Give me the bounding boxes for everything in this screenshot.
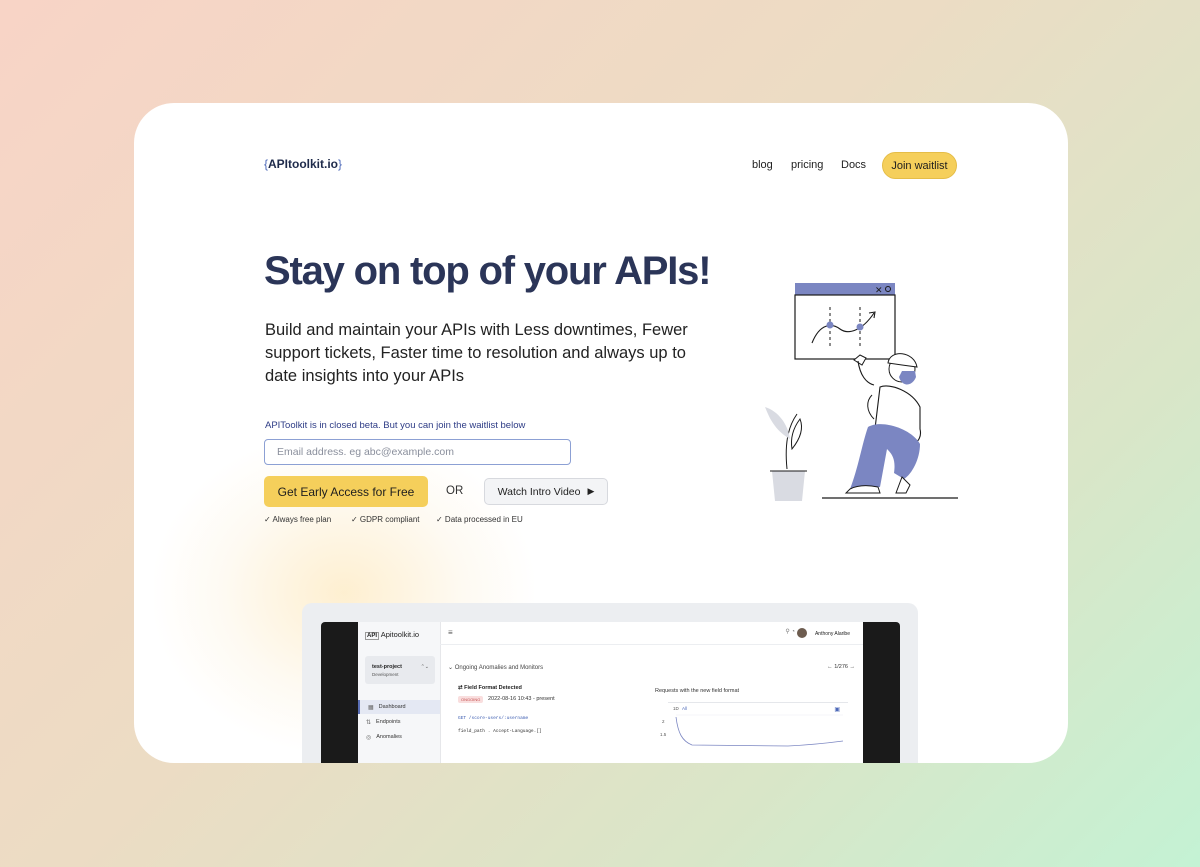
section-title-text: Ongoing Anomalies and Monitors bbox=[454, 665, 544, 671]
landing-card: {APItoolkit.io} blog pricing Docs Join w… bbox=[134, 103, 1068, 763]
pager-text: 1/276 bbox=[834, 664, 848, 670]
anomaly-endpoint[interactable]: GET /score-users/:username bbox=[458, 716, 528, 721]
sidebar-item-endpoints[interactable]: ⇅ Endpoints bbox=[358, 715, 440, 729]
project-env: Development bbox=[372, 672, 399, 677]
nav-link-pricing[interactable]: pricing bbox=[791, 159, 823, 171]
user-name[interactable]: Anthony Alaribe bbox=[815, 631, 850, 637]
preview-topbar: ≡ ⚲ ◔ Anthony Alaribe bbox=[440, 622, 863, 645]
beta-note: APIToolkit is in closed beta. But you ca… bbox=[265, 420, 526, 431]
hero-subtitle: Build and maintain your APIs with Less d… bbox=[265, 321, 688, 385]
watch-video-label: Watch Intro Video bbox=[497, 485, 581, 498]
preview-sidebar: API Apitoolkit.io test-project Developme… bbox=[358, 622, 441, 763]
feature-free-plan: ✓ Always free plan bbox=[264, 515, 332, 524]
y-tick: 1.5 bbox=[660, 732, 667, 737]
chevron-updown-icon: ⌃⌄ bbox=[420, 664, 429, 670]
preview-logo: API Apitoolkit.io bbox=[365, 630, 420, 640]
y-tick: 2 bbox=[662, 719, 665, 724]
menu-icon[interactable]: ≡ bbox=[448, 628, 453, 637]
sidebar-item-label: Anomalies bbox=[376, 734, 402, 740]
grid-icon: ▦ bbox=[368, 704, 374, 711]
anomaly-date: 2022-08-16 10:43 - present bbox=[488, 696, 555, 702]
or-separator: OR bbox=[446, 485, 464, 497]
sidebar-item-label: Endpoints bbox=[376, 719, 401, 725]
chart-lines bbox=[675, 714, 844, 747]
requests-chart: 1D All ▣ 2 1.5 bbox=[660, 702, 848, 763]
search-bell-icons[interactable]: ⚲ ◔ bbox=[785, 628, 795, 635]
join-waitlist-button[interactable]: Join waitlist bbox=[882, 152, 957, 179]
top-nav: {APItoolkit.io} blog pricing Docs Join w… bbox=[134, 103, 1068, 203]
anomaly-title-text: Field Format Detected bbox=[464, 685, 522, 691]
project-name: test-project bbox=[372, 664, 402, 670]
whiteboard: ✕ bbox=[794, 283, 896, 360]
svg-text:✕: ✕ bbox=[875, 285, 883, 295]
avatar[interactable] bbox=[797, 628, 807, 638]
dashboard-app: API Apitoolkit.io test-project Developme… bbox=[358, 622, 863, 763]
status-badge: ONGOING bbox=[458, 696, 484, 703]
alert-icon: ◎ bbox=[366, 734, 372, 741]
anomaly-field: field_path . Accept-Language.[] bbox=[458, 729, 542, 734]
chart-title: Requests with the new field format bbox=[655, 688, 740, 694]
dashboard-preview-screen: API Apitoolkit.io test-project Developme… bbox=[321, 622, 900, 763]
logo-text: APItoolkit.io bbox=[268, 157, 339, 171]
brand-logo[interactable]: {APItoolkit.io} bbox=[264, 157, 342, 171]
project-selector[interactable]: test-project Development ⌃⌄ bbox=[365, 656, 435, 684]
person-whiteboard-illustration: ✕ bbox=[765, 283, 958, 501]
plant bbox=[765, 407, 807, 501]
get-early-access-button[interactable]: Get Early Access for Free bbox=[264, 476, 428, 507]
watch-intro-video-button[interactable]: Watch Intro Video ▶ bbox=[484, 478, 608, 505]
email-input[interactable] bbox=[264, 439, 571, 465]
preview-logo-text: Apitoolkit.io bbox=[380, 630, 420, 639]
logo-brace-close: } bbox=[338, 157, 343, 171]
play-icon: ▶ bbox=[587, 486, 595, 496]
nav-link-docs[interactable]: Docs bbox=[841, 159, 866, 171]
anomalies-section-title[interactable]: ⌄ Ongoing Anomalies and Monitors bbox=[448, 664, 543, 671]
sidebar-item-label: Dashboard bbox=[378, 704, 406, 710]
anomaly-pager[interactable]: ← 1/276 → bbox=[827, 664, 855, 670]
sidebar-item-dashboard[interactable]: ▦ Dashboard bbox=[358, 700, 440, 714]
feature-gdpr: ✓ GDPR compliant bbox=[351, 515, 420, 524]
sidebar-item-anomalies[interactable]: ◎ Anomalies bbox=[358, 730, 440, 744]
feature-eu-data: ✓ Data processed in EU bbox=[436, 515, 523, 524]
arrows-icon: ⇅ bbox=[366, 719, 372, 726]
preview-logo-badge: API bbox=[365, 632, 380, 640]
person bbox=[822, 353, 958, 499]
hero-title: Stay on top of your APIs! bbox=[264, 249, 712, 293]
anomaly-title: ⇄ Field Format Detected bbox=[458, 685, 522, 691]
nav-link-blog[interactable]: blog bbox=[752, 159, 773, 171]
